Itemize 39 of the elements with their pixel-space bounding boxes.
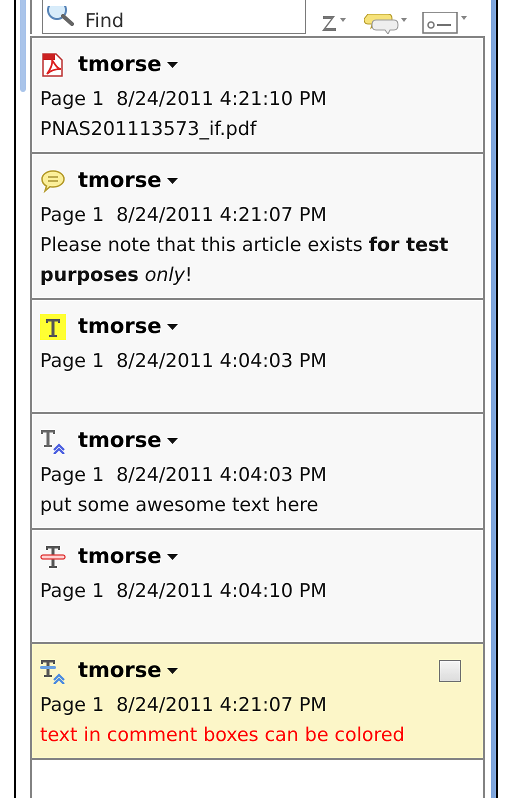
comment-item[interactable]: tmorse Page 1 8/24/2011 4:04:03 PM — [32, 300, 483, 414]
comment-text: PNAS201113573_if.pdf — [40, 117, 258, 142]
comment-item[interactable]: tmorse Page 1 8/24/2011 4:21:10 PM PNAS201113573_if.pdf — [32, 38, 483, 154]
speech-bubbles-icon — [364, 14, 408, 34]
caret-icon — [167, 324, 178, 330]
comment-text: Please note that this article exists for test purposes only! — [40, 233, 450, 288]
checkbox[interactable] — [439, 660, 461, 682]
comment-item[interactable]: tmorse Page 1 8/24/2011 4:21:07 PM Please note that this article exists for test purposes only! — [32, 154, 483, 300]
caret-icon — [167, 554, 178, 560]
caret-icon — [167, 178, 178, 184]
comment-text: put some awesome text here — [40, 493, 320, 518]
caret-icon — [167, 668, 178, 674]
search-field[interactable]: Find — [42, 0, 306, 34]
comment-meta: Page 1 8/24/2011 4:04:10 PM — [40, 579, 328, 604]
caret-icon — [167, 62, 178, 68]
comment-item[interactable]: tmorse Page 1 8/24/2011 4:04:03 PM put some awesome text here — [32, 414, 483, 530]
comment-meta: Page 1 8/24/2011 4:04:03 PM — [40, 349, 328, 374]
insert-text-icon — [40, 428, 66, 454]
author-dropdown[interactable]: tmorse — [78, 541, 178, 573]
card-icon — [422, 12, 468, 34]
pdf-file-icon — [40, 52, 66, 78]
highlighted-text-icon — [40, 314, 66, 340]
comment-meta: Page 1 8/24/2011 4:21:07 PM — [40, 693, 328, 718]
author-dropdown[interactable]: tmorse — [78, 49, 178, 81]
author-dropdown[interactable]: tmorse — [78, 311, 178, 343]
strikethrough-text-icon — [40, 544, 66, 570]
comment-text: text in comment boxes can be colored — [40, 723, 406, 748]
comment-meta: Page 1 8/24/2011 4:21:10 PM — [40, 87, 328, 112]
comment-item[interactable]: tmorse Page 1 8/24/2011 4:21:07 PM text in comment boxes can be colored — [32, 644, 483, 760]
comment-item[interactable]: tmorse Page 1 8/24/2011 4:04:10 PM — [32, 530, 483, 644]
speech-bubble-icon — [40, 168, 66, 194]
replace-text-icon — [40, 658, 66, 684]
comment-meta: Page 1 8/24/2011 4:21:07 PM — [40, 203, 328, 228]
comment-meta: Page 1 8/24/2011 4:04:03 PM — [40, 463, 328, 488]
search-icon — [46, 6, 76, 26]
caret-icon — [167, 438, 178, 444]
author-dropdown[interactable]: tmorse — [78, 655, 178, 687]
author-dropdown[interactable]: tmorse — [78, 425, 178, 457]
author-dropdown[interactable]: tmorse — [78, 165, 178, 197]
